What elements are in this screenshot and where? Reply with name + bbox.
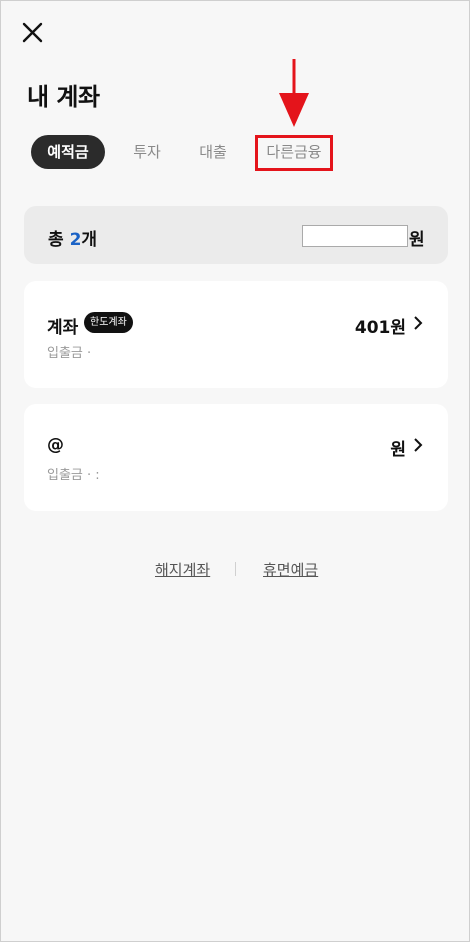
tab-investment[interactable]: 투자	[127, 135, 167, 169]
account-name: @	[47, 435, 64, 455]
link-divider	[235, 562, 236, 576]
total-count: 2	[69, 230, 82, 250]
account-type: 입출금 · :	[47, 468, 100, 483]
dormant-deposits-link[interactable]: 휴면예금	[263, 559, 318, 580]
tab-loan[interactable]: 대출	[193, 135, 233, 169]
total-currency: 원	[409, 230, 425, 250]
footer-links: 해지계좌 휴면예금	[1, 559, 470, 579]
account-name: 계좌	[47, 318, 79, 338]
close-button[interactable]	[19, 19, 47, 47]
annotation-arrow-icon	[279, 59, 309, 127]
account-type: 입출금 ·	[47, 346, 92, 361]
account-balance: 원	[390, 440, 406, 460]
closed-accounts-link[interactable]: 해지계좌	[155, 559, 210, 580]
total-summary: 총 2개 원	[24, 206, 448, 264]
chevron-right-icon	[414, 438, 423, 452]
page-title: 내 계좌	[27, 83, 100, 111]
app-screen: 내 계좌 예적금 투자 대출 다른금융 총 2개 원 계좌 한도계좌 401원 …	[0, 0, 470, 942]
close-icon	[22, 22, 43, 43]
account-card[interactable]: @ 원 입출금 · :	[24, 404, 448, 511]
tab-deposits[interactable]: 예적금	[31, 135, 105, 169]
account-type-tabs: 예적금 투자 대출 다른금융	[31, 135, 451, 169]
annotation-highlight-box	[255, 135, 333, 171]
masked-total-amount	[302, 225, 408, 247]
total-prefix: 총	[48, 230, 70, 250]
total-count-label: 총 2개	[48, 225, 97, 250]
account-card[interactable]: 계좌 한도계좌 401원 입출금 ·	[24, 281, 448, 388]
total-suffix: 개	[81, 230, 98, 250]
chevron-right-icon	[414, 316, 423, 330]
account-badge: 한도계좌	[84, 312, 133, 333]
account-balance: 401원	[354, 318, 406, 338]
